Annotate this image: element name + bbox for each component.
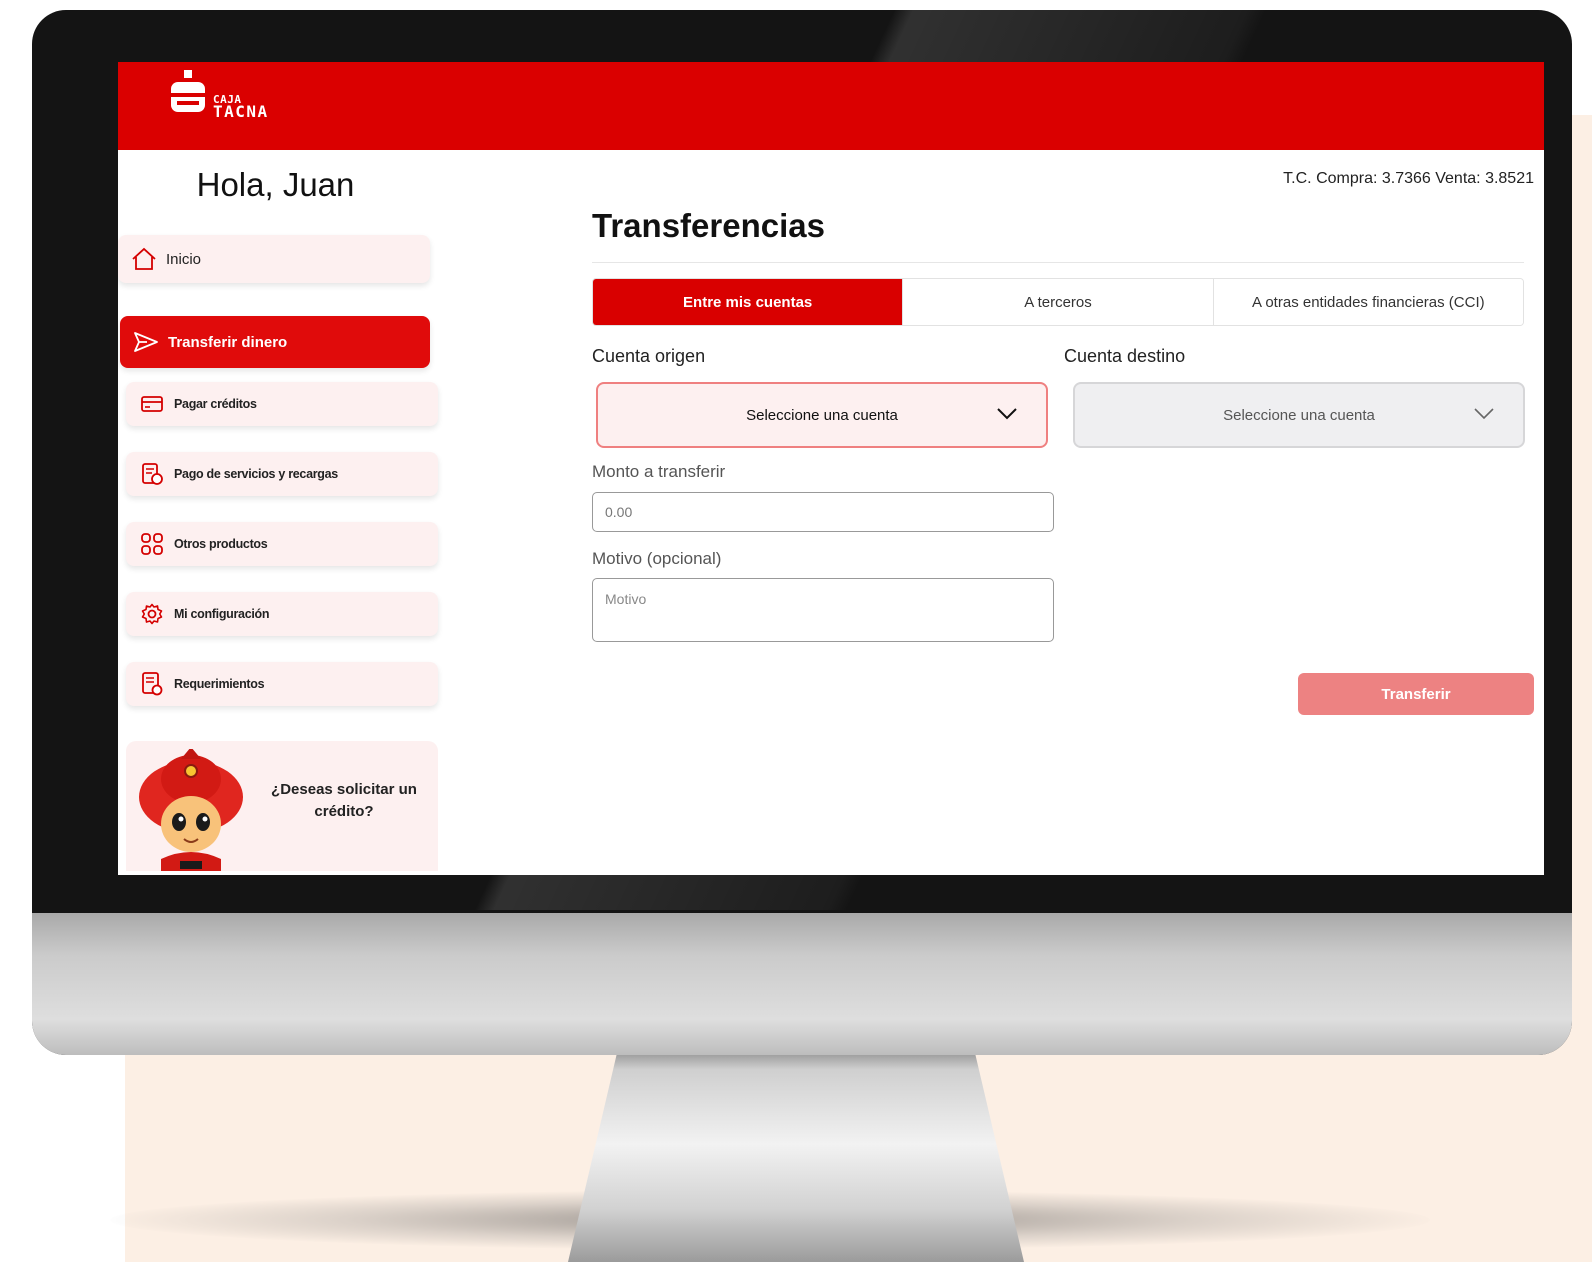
sidebar-item-transferir-dinero[interactable]: Transferir dinero [120,316,430,368]
sidebar-item-label: Otros productos [174,537,268,551]
sidebar-item-mi-configuracion[interactable]: Mi configuración [126,592,438,636]
sidebar-item-label: Transferir dinero [168,333,288,351]
bill-payment-icon [138,460,166,488]
destination-select-value: Seleccione una cuenta [1223,406,1375,424]
monitor-stand [568,1048,1024,1262]
sidebar-item-label: Pago de servicios y recargas [174,467,338,481]
tab-a-terceros[interactable]: A terceros [903,279,1214,325]
monitor-chin [32,913,1572,1055]
origin-account-select[interactable]: Seleccione una cuenta [596,382,1048,448]
sidebar-item-pago-servicios[interactable]: Pago de servicios y recargas [126,452,438,496]
tab-otras-entidades[interactable]: A otras entidades financieras (CCI) [1213,279,1523,325]
tab-entre-mis-cuentas[interactable]: Entre mis cuentas [593,279,904,325]
origin-label: Cuenta origen [592,346,706,366]
destination-account-select[interactable]: Seleccione una cuenta [1073,382,1525,448]
mascot-illustration [139,749,243,871]
monitor-frame: CAJA TACNA Hola, Juan Inicio Transferir … [32,10,1572,1055]
sidebar-item-pagar-creditos[interactable]: Pagar créditos [126,382,438,426]
transfer-button[interactable]: Transferir [1298,673,1534,715]
page-title: Transferencias [592,207,825,244]
send-icon [132,328,160,356]
sidebar-item-label: Inicio [166,250,202,268]
sidebar-item-inicio[interactable]: Inicio [118,235,430,283]
sidebar-item-otros-productos[interactable]: Otros productos [126,522,438,566]
sidebar-item-requerimientos[interactable]: Requerimientos [126,662,438,706]
title-divider [592,262,1524,263]
gear-icon [138,600,166,628]
reason-label: Motivo (opcional) [592,549,722,568]
grid-icon [138,530,166,558]
credit-promo-card[interactable]: ¿Deseas solicitar un crédito? [126,741,438,871]
credit-card-icon [138,390,166,418]
transfer-tabs: Entre mis cuentas A terceros A otras ent… [592,278,1524,326]
reason-input[interactable]: Motivo [592,578,1054,642]
brand-logo[interactable]: CAJA TACNA [168,68,308,121]
app-screen: CAJA TACNA Hola, Juan Inicio Transferir … [118,62,1544,875]
exchange-rate: T.C. Compra: 3.7366 Venta: 3.8521 [1283,170,1534,187]
destination-label: Cuenta destino [1064,346,1186,366]
sidebar-item-label: Pagar créditos [174,397,257,411]
promo-text: ¿Deseas solicitar un crédito? [271,781,417,820]
document-icon [138,670,166,698]
logo-line-2: TACNA [213,102,269,121]
greeting: Hola, Juan [196,166,355,203]
origin-select-value: Seleccione una cuenta [746,406,898,424]
chevron-down-icon [1474,408,1494,420]
sidebar-item-label: Mi configuración [174,607,270,621]
amount-label: Monto a transferir [592,462,726,481]
home-icon [130,245,158,273]
sidebar-item-label: Requerimientos [174,677,265,691]
top-bar: CAJA TACNA [118,62,1544,150]
amount-input[interactable]: 0.00 [592,492,1054,532]
chevron-down-icon [997,408,1017,420]
logo-icon [171,70,205,112]
